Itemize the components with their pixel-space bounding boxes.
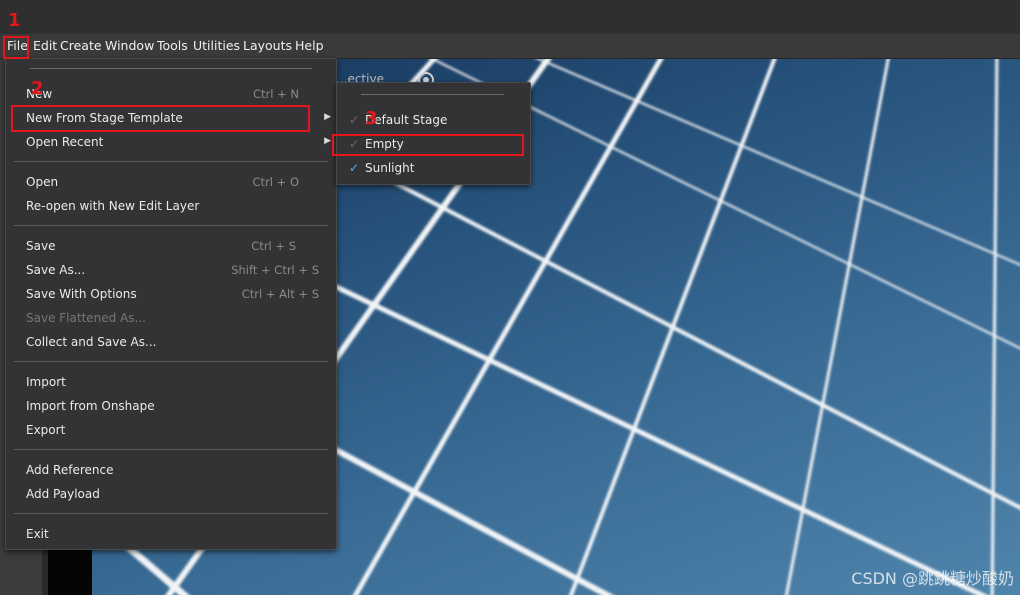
watermark: CSDN @跳跳糖炒酸奶 <box>851 569 1014 588</box>
menu-item-label: Import from Onshape <box>26 399 155 413</box>
menu-item-label: Save With Options <box>26 287 137 301</box>
highlight-box-file <box>3 36 29 59</box>
menu-item-label: Open <box>26 175 59 189</box>
shortcut-save-as: Shift + Ctrl + S <box>231 263 319 277</box>
menu-window[interactable]: Window <box>104 39 155 55</box>
menu-item-label: Open Recent <box>26 135 104 149</box>
menu-top-line <box>361 94 504 95</box>
menu-item-export[interactable]: Export <box>26 420 65 440</box>
menu-item-label: Save As... <box>26 263 86 277</box>
menu-item-label: Export <box>26 423 66 437</box>
menu-item-import-from-onshape[interactable]: Import from Onshape <box>26 396 155 416</box>
menu-item-label: Import <box>26 375 66 389</box>
menu-item-label: Add Payload <box>26 487 100 501</box>
menu-bar: File Edit Create Window Tools Utilities … <box>0 34 1020 59</box>
check-icon: ✓ <box>349 161 360 175</box>
shortcut-open: Ctrl + O <box>252 175 299 189</box>
menu-item-open-recent[interactable]: Open Recent <box>26 132 103 152</box>
step-number-2: 2 <box>31 78 44 99</box>
submenu-arrow-icon: ▶ <box>324 136 331 146</box>
menu-layouts[interactable]: Layouts <box>242 39 293 55</box>
highlight-box-new-from-stage-template <box>11 105 310 132</box>
shortcut-new: Ctrl + N <box>252 87 299 101</box>
menu-help[interactable]: Help <box>294 39 325 55</box>
menu-tools[interactable]: Tools <box>156 39 189 55</box>
submenu-arrow-icon: ▶ <box>324 112 331 122</box>
title-bar <box>0 0 1020 34</box>
menu-item-add-reference[interactable]: Add Reference <box>26 460 113 480</box>
menu-item-open[interactable]: Open <box>26 172 58 192</box>
menu-utilities[interactable]: Utilities <box>192 39 241 55</box>
menu-item-save-with-options[interactable]: Save With Options <box>26 284 137 304</box>
menu-item-exit[interactable]: Exit <box>26 524 49 544</box>
menu-edit[interactable]: Edit <box>32 39 58 55</box>
menu-separator <box>14 225 328 226</box>
shortcut-save: Ctrl + S <box>251 239 296 253</box>
menu-item-reopen-new-edit-layer[interactable]: Re-open with New Edit Layer <box>26 196 199 216</box>
menu-item-label: Exit <box>26 527 49 541</box>
menu-item-label: Add Reference <box>26 463 114 477</box>
step-number-3: 3 <box>365 108 378 129</box>
menu-item-label: Re-open with New Edit Layer <box>26 199 200 213</box>
menu-separator <box>14 513 328 514</box>
menu-item-collect-and-save-as[interactable]: Collect and Save As... <box>26 332 156 352</box>
submenu-item-sunlight[interactable]: Sunlight <box>365 158 414 178</box>
menu-item-label: Collect and Save As... <box>26 335 157 349</box>
shortcut-save-with-options: Ctrl + Alt + S <box>241 287 319 301</box>
menu-item-add-payload[interactable]: Add Payload <box>26 484 100 504</box>
check-icon: ✓ <box>349 113 360 127</box>
menu-item-label: Save <box>26 239 56 253</box>
menu-separator <box>14 361 328 362</box>
menu-item-save-as[interactable]: Save As... <box>26 260 85 280</box>
menu-item-save[interactable]: Save <box>26 236 55 256</box>
menu-separator <box>14 161 328 162</box>
menu-item-import[interactable]: Import <box>26 372 66 392</box>
menu-top-line <box>30 68 312 69</box>
menu-item-label: Sunlight <box>365 161 415 175</box>
step-number-1: 1 <box>8 10 21 31</box>
menu-item-label: Save Flattened As... <box>26 311 146 325</box>
highlight-box-empty <box>332 134 524 156</box>
menu-separator <box>14 449 328 450</box>
menu-item-save-flattened-as: Save Flattened As... <box>26 308 146 328</box>
menu-create[interactable]: Create <box>59 39 103 55</box>
